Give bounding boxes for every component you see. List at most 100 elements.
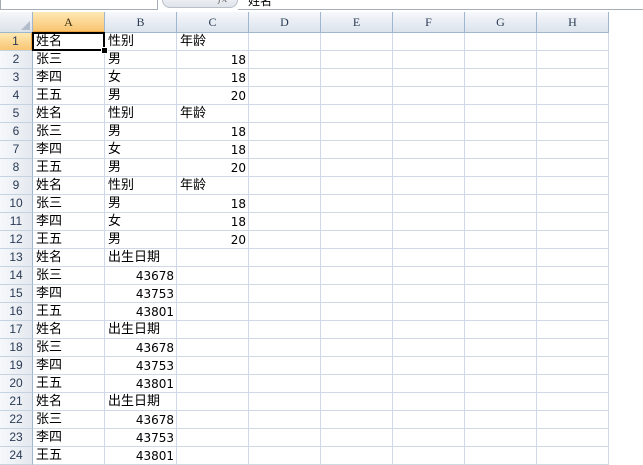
cell-b10[interactable]: 男 bbox=[105, 195, 177, 213]
cell-a17[interactable]: 姓名 bbox=[33, 321, 105, 339]
cell-b1[interactable]: 性别 bbox=[105, 33, 177, 51]
cell-a20[interactable]: 王五 bbox=[33, 375, 105, 393]
cell-c16[interactable] bbox=[177, 303, 249, 321]
cell-b19[interactable]: 43753 bbox=[105, 357, 177, 375]
cell-a6[interactable]: 张三 bbox=[33, 123, 105, 141]
column-header-g[interactable]: G bbox=[465, 12, 537, 33]
cell-c11[interactable]: 18 bbox=[177, 213, 249, 231]
cell-b14[interactable]: 43678 bbox=[105, 267, 177, 285]
cell-b18[interactable]: 43678 bbox=[105, 339, 177, 357]
name-box[interactable]: A1 bbox=[0, 0, 158, 10]
cell-a15[interactable]: 李四 bbox=[33, 285, 105, 303]
row-header[interactable]: 15 bbox=[0, 285, 33, 303]
cell-a21[interactable]: 姓名 bbox=[33, 393, 105, 411]
cell-c12[interactable]: 20 bbox=[177, 231, 249, 249]
cell-a24[interactable]: 王五 bbox=[33, 447, 105, 465]
cell-b17[interactable]: 出生日期 bbox=[105, 321, 177, 339]
row-header[interactable]: 23 bbox=[0, 429, 33, 447]
cell-b7[interactable]: 女 bbox=[105, 141, 177, 159]
cell-b20[interactable]: 43801 bbox=[105, 375, 177, 393]
column-header-e[interactable]: E bbox=[321, 12, 393, 33]
cell-b21[interactable]: 出生日期 bbox=[105, 393, 177, 411]
cell-b5[interactable]: 性别 bbox=[105, 105, 177, 123]
column-header-h[interactable]: H bbox=[537, 12, 609, 33]
cell-b23[interactable]: 43753 bbox=[105, 429, 177, 447]
cell-b22[interactable]: 43678 bbox=[105, 411, 177, 429]
cell-a5[interactable]: 姓名 bbox=[33, 105, 105, 123]
cell-a16[interactable]: 王五 bbox=[33, 303, 105, 321]
cell-b12[interactable]: 男 bbox=[105, 231, 177, 249]
row-header[interactable]: 17 bbox=[0, 321, 33, 339]
cell-c6[interactable]: 18 bbox=[177, 123, 249, 141]
row-header[interactable]: 6 bbox=[0, 123, 33, 141]
cell-a18[interactable]: 张三 bbox=[33, 339, 105, 357]
cell-c24[interactable] bbox=[177, 447, 249, 465]
cell-c13[interactable] bbox=[177, 249, 249, 267]
cell-a13[interactable]: 姓名 bbox=[33, 249, 105, 267]
cell-a2[interactable]: 张三 bbox=[33, 51, 105, 69]
cell-b4[interactable]: 男 bbox=[105, 87, 177, 105]
cell-a3[interactable]: 李四 bbox=[33, 69, 105, 87]
cell-c22[interactable] bbox=[177, 411, 249, 429]
fx-icon[interactable]: fx bbox=[218, 0, 227, 5]
cell-c5[interactable]: 年龄 bbox=[177, 105, 249, 123]
formula-input[interactable]: 姓名 bbox=[238, 0, 643, 10]
row-header[interactable]: 3 bbox=[0, 69, 33, 87]
row-header[interactable]: 16 bbox=[0, 303, 33, 321]
cell-a9[interactable]: 姓名 bbox=[33, 177, 105, 195]
row-header[interactable]: 24 bbox=[0, 447, 33, 465]
cell-a8[interactable]: 王五 bbox=[33, 159, 105, 177]
cell-c17[interactable] bbox=[177, 321, 249, 339]
row-header[interactable]: 10 bbox=[0, 195, 33, 213]
cell-b3[interactable]: 女 bbox=[105, 69, 177, 87]
column-header-f[interactable]: F bbox=[393, 12, 465, 33]
row-header[interactable]: 12 bbox=[0, 231, 33, 249]
row-header[interactable]: 14 bbox=[0, 267, 33, 285]
cell-a7[interactable]: 李四 bbox=[33, 141, 105, 159]
cell-c21[interactable] bbox=[177, 393, 249, 411]
cell-b16[interactable]: 43801 bbox=[105, 303, 177, 321]
row-header[interactable]: 4 bbox=[0, 87, 33, 105]
cell-c23[interactable] bbox=[177, 429, 249, 447]
cell-b15[interactable]: 43753 bbox=[105, 285, 177, 303]
cell-a22[interactable]: 张三 bbox=[33, 411, 105, 429]
cell-c14[interactable] bbox=[177, 267, 249, 285]
row-header[interactable]: 7 bbox=[0, 141, 33, 159]
select-all-button[interactable] bbox=[0, 12, 33, 33]
row-header[interactable]: 19 bbox=[0, 357, 33, 375]
row-header[interactable]: 22 bbox=[0, 411, 33, 429]
cell-b2[interactable]: 男 bbox=[105, 51, 177, 69]
row-header[interactable]: 9 bbox=[0, 177, 33, 195]
column-header-c[interactable]: C bbox=[177, 12, 249, 33]
cell-b9[interactable]: 性别 bbox=[105, 177, 177, 195]
cell-c20[interactable] bbox=[177, 375, 249, 393]
column-header-a[interactable]: A bbox=[33, 12, 105, 33]
row-header[interactable]: 5 bbox=[0, 105, 33, 123]
cell-a14[interactable]: 张三 bbox=[33, 267, 105, 285]
cell-c10[interactable]: 18 bbox=[177, 195, 249, 213]
cell-c3[interactable]: 18 bbox=[177, 69, 249, 87]
row-header[interactable]: 11 bbox=[0, 213, 33, 231]
row-header[interactable]: 21 bbox=[0, 393, 33, 411]
cell-a19[interactable]: 李四 bbox=[33, 357, 105, 375]
cell-a10[interactable]: 张三 bbox=[33, 195, 105, 213]
row-header[interactable]: 18 bbox=[0, 339, 33, 357]
row-header[interactable]: 13 bbox=[0, 249, 33, 267]
cell-a12[interactable]: 王五 bbox=[33, 231, 105, 249]
row-header[interactable]: 1 bbox=[0, 33, 33, 51]
cell-c2[interactable]: 18 bbox=[177, 51, 249, 69]
fill-handle[interactable] bbox=[101, 47, 108, 54]
cell-b11[interactable]: 女 bbox=[105, 213, 177, 231]
row-header[interactable]: 8 bbox=[0, 159, 33, 177]
cell-a4[interactable]: 王五 bbox=[33, 87, 105, 105]
cell-b6[interactable]: 男 bbox=[105, 123, 177, 141]
column-header-b[interactable]: B bbox=[105, 12, 177, 33]
cell-a23[interactable]: 李四 bbox=[33, 429, 105, 447]
cell-c15[interactable] bbox=[177, 285, 249, 303]
row-header[interactable]: 20 bbox=[0, 375, 33, 393]
cell-b13[interactable]: 出生日期 bbox=[105, 249, 177, 267]
cell-a11[interactable]: 李四 bbox=[33, 213, 105, 231]
cell-c7[interactable]: 18 bbox=[177, 141, 249, 159]
row-header[interactable]: 2 bbox=[0, 51, 33, 69]
cell-c19[interactable] bbox=[177, 357, 249, 375]
